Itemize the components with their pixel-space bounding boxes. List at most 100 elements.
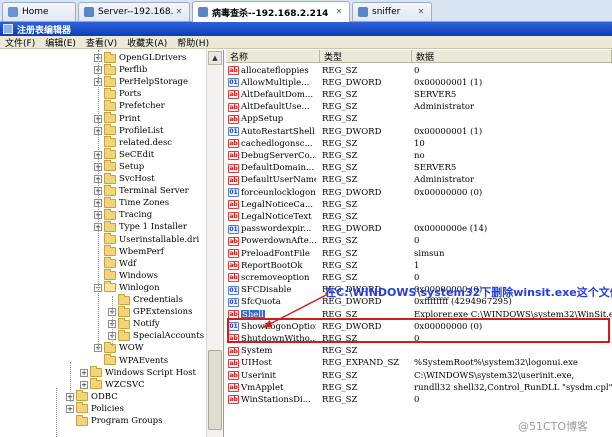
registry-value-row[interactable]: ab PowerdownAfte... REG_SZ 0 [226, 235, 612, 247]
registry-value-row[interactable]: ab scremoveoption REG_SZ 0 [226, 272, 612, 284]
expand-icon[interactable]: + [80, 380, 88, 389]
column-header-data[interactable]: 数据 [412, 50, 612, 63]
tree-item[interactable]: + Tracing [94, 208, 152, 221]
tree-guide-line [56, 388, 57, 437]
value-name-cell: 01 forceunlocklogon [228, 187, 316, 199]
tree-item-label: Winlogon [119, 282, 160, 293]
tree-item[interactable]: WbemPerf [94, 245, 164, 258]
expand-icon[interactable]: + [80, 368, 88, 377]
tree-item[interactable]: related.desc [94, 136, 172, 149]
tree-item[interactable]: Wdf [94, 257, 136, 270]
tab-home[interactable]: Home [2, 2, 76, 21]
registry-value-row[interactable]: ab ReportBootOk REG_SZ 1 [226, 260, 612, 272]
tree-item[interactable]: Userinstallable.dri [94, 233, 199, 246]
tree-item[interactable]: + Type 1 Installer [94, 220, 187, 233]
tree-item[interactable]: + Setup [94, 160, 145, 173]
tree-item[interactable]: + Windows Script Host [80, 366, 196, 379]
tree-item[interactable]: + WOW [94, 341, 143, 354]
scrollbar-thumb[interactable] [208, 350, 222, 430]
close-icon[interactable]: ✕ [334, 7, 344, 17]
value-name-cell: ab AppSetup [228, 113, 316, 125]
menu-edit[interactable]: 编辑(E) [40, 36, 81, 49]
value-name: VmApplet [241, 382, 284, 393]
tree-item[interactable]: + SpecialAccounts [108, 329, 204, 342]
value-data [414, 211, 612, 223]
tree-item[interactable]: Credentials [108, 293, 183, 306]
registry-value-row[interactable]: ab PreloadFontFile REG_SZ simsun [226, 248, 612, 260]
registry-value-row[interactable]: ab DefaultDomain... REG_SZ SERVER5 [226, 162, 612, 174]
binary-value-icon: 01 [228, 285, 239, 295]
tree-item[interactable]: + Time Zones [94, 196, 170, 209]
registry-value-row[interactable]: ab LegalNoticeCa... REG_SZ [226, 199, 612, 211]
registry-value-row[interactable]: ab cachedlogonsc... REG_SZ 10 [226, 138, 612, 150]
registry-value-row[interactable]: ab VmApplet REG_SZ rundll32 shell32,Control… [226, 382, 612, 394]
tree-item[interactable]: + PerHelpStorage [94, 75, 188, 88]
value-type: REG_SZ [322, 382, 358, 393]
registry-value-row[interactable]: ab DefaultUserName REG_SZ Administrator [226, 174, 612, 186]
tree-item[interactable]: + SvcHost [94, 172, 155, 185]
tree-item[interactable]: + Notify [108, 317, 160, 330]
tree-item-label: Setup [119, 161, 145, 172]
scroll-up-icon[interactable]: ▲ [208, 51, 222, 65]
registry-value-row[interactable]: ab allocatefloppies REG_SZ 0 [226, 65, 612, 77]
column-header-type[interactable]: 类型 [320, 50, 412, 63]
tree-item[interactable]: WPAEvents [94, 354, 168, 367]
menu-help[interactable]: 帮助(H) [172, 36, 214, 49]
menu-favorites[interactable]: 收藏夹(A) [122, 36, 172, 49]
registry-value-row[interactable]: ab AppSetup REG_SZ [226, 113, 612, 125]
value-data [414, 199, 612, 211]
tree-item[interactable]: Prefetcher [94, 99, 165, 112]
tree-item[interactable]: + ProfileList [94, 124, 163, 137]
column-header-name[interactable]: 名称 [226, 50, 320, 63]
value-name-cell: ab LegalNoticeText [228, 211, 316, 223]
tree-item[interactable]: Ports [94, 87, 141, 100]
tree-item[interactable]: Windows [94, 269, 158, 282]
registry-value-row[interactable]: ab Userinit REG_SZ C:\WINDOWS\system32\user… [226, 370, 612, 382]
registry-value-row[interactable]: 01 passwordexpir... REG_DWORD 0x0000000e (1… [226, 223, 612, 235]
tree-item[interactable]: + Policies [66, 402, 124, 415]
registry-value-row[interactable]: 01 forceunlocklogon REG_DWORD 0x00000000 (0… [226, 187, 612, 199]
tree-item[interactable]: − Winlogon [94, 281, 160, 294]
tree-item-label: Program Groups [91, 416, 163, 427]
tree-item[interactable]: + Perflib [94, 63, 147, 76]
value-type: REG_SZ [322, 163, 358, 174]
tree-item-label: SvcHost [119, 174, 155, 185]
tree-item-label: Notify [133, 319, 160, 330]
tree-item[interactable]: Program Groups [66, 414, 163, 427]
close-icon[interactable]: ✕ [416, 7, 426, 17]
registry-value-row[interactable]: ab WinStationsDi... REG_SZ 0 [226, 394, 612, 406]
tree-item[interactable]: + OpenGLDrivers [94, 51, 186, 64]
tab-server[interactable]: Server--192.168.2.4 ✕ [78, 2, 190, 21]
tree-item[interactable]: + ODBC [66, 390, 118, 403]
value-name-cell: ab DefaultDomain... [228, 162, 316, 174]
tree-item[interactable]: + Print [94, 112, 140, 125]
registry-value-row[interactable]: 01 AutoRestartShell REG_DWORD 0x00000001 (1… [226, 126, 612, 138]
tree-item-label: Time Zones [119, 198, 170, 209]
registry-value-row[interactable]: ab DebugServerCo... REG_SZ no [226, 150, 612, 162]
menu-file[interactable]: 文件(F) [0, 36, 40, 49]
expand-icon[interactable]: + [66, 404, 74, 413]
registry-value-row[interactable]: ab System REG_SZ [226, 345, 612, 357]
close-icon[interactable]: ✕ [174, 7, 184, 17]
tree-item[interactable]: + SeCEdit [94, 148, 154, 161]
tab-sniffer[interactable]: sniffer ✕ [352, 2, 432, 21]
tree-item[interactable]: + GPExtensions [108, 305, 192, 318]
registry-value-row[interactable]: ab AltDefaultDom... REG_SZ SERVER5 [226, 89, 612, 101]
tab-virus-scan[interactable]: 病毒查杀--192.168.2.214 ✕ [192, 1, 350, 22]
tree-item[interactable]: + WZCSVC [80, 378, 145, 391]
registry-value-row[interactable]: ab AltDefaultUse... REG_SZ Administrator [226, 101, 612, 113]
string-value-icon: ab [228, 358, 239, 368]
value-name: scremoveoption [241, 272, 310, 283]
tree-scrollbar[interactable]: ▲ [206, 50, 222, 437]
registry-value-row[interactable]: 01 AllowMultiple... REG_DWORD 0x00000001 (1… [226, 77, 612, 89]
value-type: REG_DWORD [322, 224, 382, 235]
tree-item[interactable]: + Terminal Server [94, 184, 189, 197]
value-type: REG_SZ [322, 211, 358, 222]
menu-view[interactable]: 查看(V) [81, 36, 122, 49]
registry-value-row[interactable]: ab UIHost REG_EXPAND_SZ %SystemRoot%\system… [226, 357, 612, 369]
string-value-icon: ab [228, 151, 239, 161]
tree-item-label: WbemPerf [119, 246, 164, 257]
value-name: AllowMultiple... [241, 77, 310, 88]
value-name: AltDefaultUse... [241, 102, 310, 113]
registry-value-row[interactable]: ab LegalNoticeText REG_SZ [226, 211, 612, 223]
